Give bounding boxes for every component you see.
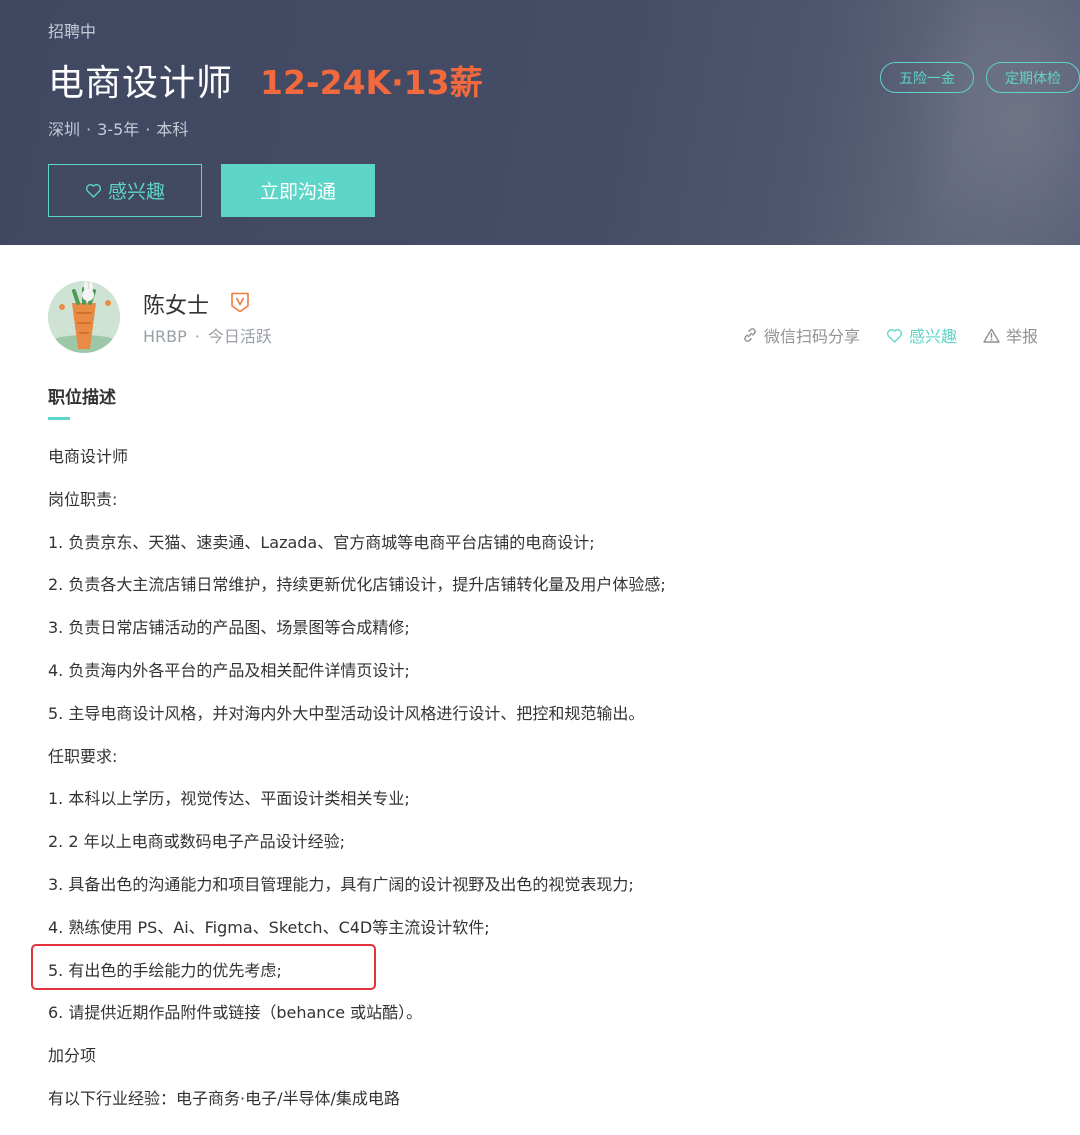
heart-icon xyxy=(886,328,903,343)
section-title-underline xyxy=(48,417,70,420)
recruiter-activity: 今日活跃 xyxy=(207,327,272,346)
description-line: 4. 熟练使用 PS、Ai、Figma、Sketch、C4D等主流设计软件; xyxy=(48,917,490,937)
meta-separator: · xyxy=(145,120,151,139)
verified-v-icon xyxy=(230,292,250,313)
job-education: 本科 xyxy=(156,120,189,139)
description-line: 电商设计师 xyxy=(48,447,129,466)
job-experience: 3-5年 xyxy=(97,120,140,139)
description-line: 任职要求: xyxy=(48,746,118,766)
job-description: 电商设计师 岗位职责: 1. 负责京东、天猫、速卖通、Lazada、官方商城等电… xyxy=(48,446,1028,1131)
job-location: 深圳 xyxy=(48,120,81,139)
job-title: 电商设计师 xyxy=(48,63,234,104)
recruiter-separator: · xyxy=(194,327,200,346)
description-line: 5. 主导电商设计风格，并对海内外大中型活动设计风格进行设计、把控和规范输出。 xyxy=(48,703,645,723)
description-line: 1. 负责京东、天猫、速卖通、Lazada、官方商城等电商平台店铺的电商设计; xyxy=(48,532,595,552)
description-line: 2. 2 年以上电商或数码电子产品设计经验; xyxy=(48,832,346,852)
description-line: 3. 具备出色的沟通能力和项目管理能力，具有广阔的设计视野及出色的视觉表现力; xyxy=(48,874,634,894)
section-title: 职位描述 xyxy=(48,388,116,408)
recruiter-role: HRBP xyxy=(143,327,187,346)
share-button[interactable]: 微信扫码分享 xyxy=(742,323,860,347)
description-line: 5. 有出色的手绘能力的优先考虑; xyxy=(48,960,282,980)
interest-action-button[interactable]: 感兴趣 xyxy=(886,323,957,347)
chat-now-button[interactable]: 立即沟通 xyxy=(221,164,375,217)
description-line: 岗位职责: xyxy=(48,489,118,509)
job-meta: 深圳 · 3-5年 · 本科 xyxy=(48,116,188,140)
recruiter-avatar xyxy=(48,281,120,353)
warning-triangle-icon xyxy=(983,328,1000,343)
link-icon xyxy=(742,327,758,343)
share-button-label: 微信扫码分享 xyxy=(763,327,860,346)
description-line: 1. 本科以上学历，视觉传达、平面设计类相关专业; xyxy=(48,789,410,809)
recruiter-subtitle: HRBP · 今日活跃 xyxy=(143,323,272,347)
report-button-label: 举报 xyxy=(1005,327,1038,346)
description-line: 有以下行业经验：电子商务·电子/半导体/集成电路 xyxy=(48,1088,400,1108)
job-salary: 12-24K·13薪 xyxy=(260,63,483,102)
chat-now-button-label: 立即沟通 xyxy=(259,181,336,203)
report-button[interactable]: 举报 xyxy=(983,323,1038,347)
description-line: 3. 负责日常店铺活动的产品图、场景图等合成精修; xyxy=(48,618,410,638)
benefit-tags: 五险一金 定期体检 xyxy=(880,62,1080,93)
interest-button[interactable]: 感兴趣 xyxy=(48,164,202,217)
benefit-tag: 定期体检 xyxy=(986,62,1080,93)
description-line: 4. 负责海内外各平台的产品及相关配件详情页设计; xyxy=(48,660,410,680)
meta-separator: · xyxy=(86,120,92,139)
recruiter-name: 陈女士 xyxy=(143,294,210,319)
benefit-tag: 五险一金 xyxy=(880,62,974,93)
interest-button-label: 感兴趣 xyxy=(107,181,165,203)
description-line: 6. 请提供近期作品附件或链接（behance 或站酷）。 xyxy=(48,1003,423,1023)
job-header-banner: 招聘中 电商设计师 12-24K·13薪 深圳 · 3-5年 · 本科 感兴趣 立即沟通… xyxy=(0,0,1080,245)
description-line: 2. 负责各大主流店铺日常维护，持续更新优化店铺设计，提升店铺转化量及用户体验感… xyxy=(48,575,666,595)
heart-icon xyxy=(85,183,102,198)
job-actions: 微信扫码分享 感兴趣 举报 xyxy=(742,323,1038,347)
job-status: 招聘中 xyxy=(48,22,97,41)
description-line: 加分项 xyxy=(48,1046,97,1066)
banner-decoration-glow xyxy=(900,0,1080,245)
interest-action-label: 感兴趣 xyxy=(908,327,957,346)
